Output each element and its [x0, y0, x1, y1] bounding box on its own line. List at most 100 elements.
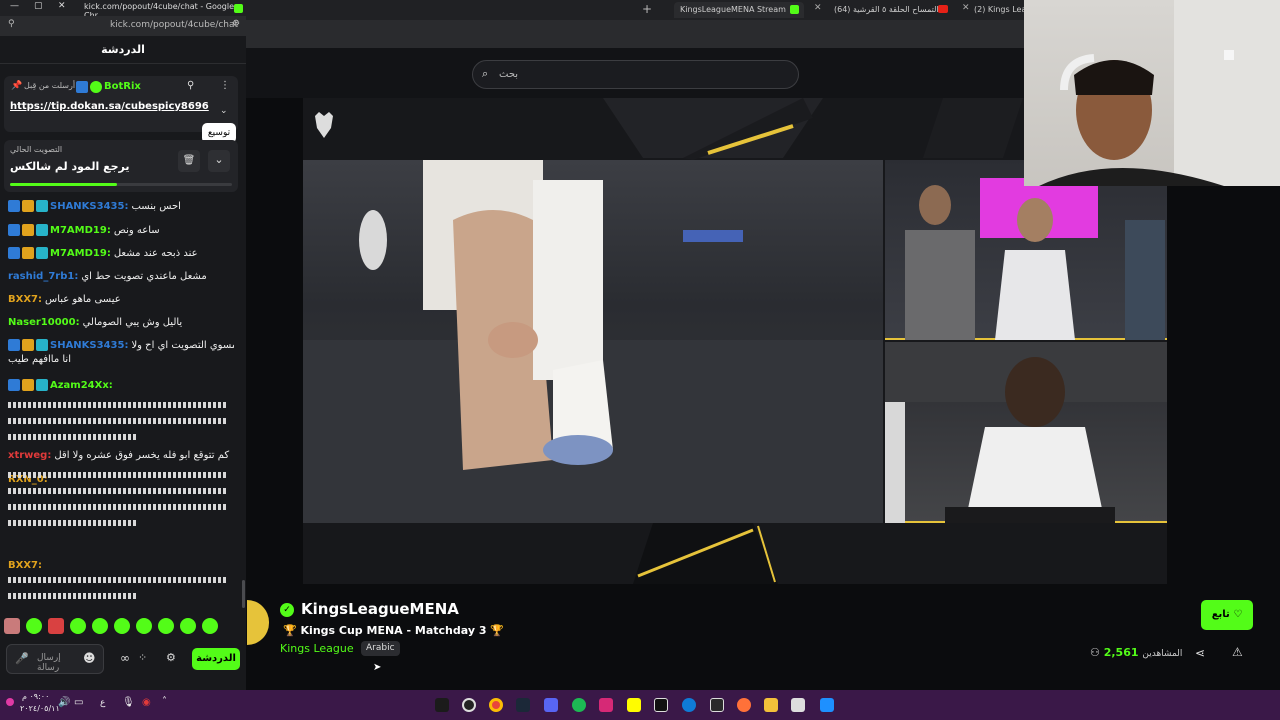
founder-badge-icon[interactable] — [22, 224, 34, 236]
chat-url-bar[interactable]: ⚲ kick.com/popout/4cube/chat ⚙ — [0, 16, 246, 36]
settings-gear-icon[interactable]: ⚙ — [166, 651, 176, 664]
emote-icon[interactable] — [202, 618, 218, 634]
extensions-icon[interactable]: ⁘ — [138, 651, 147, 664]
tab-kings-league[interactable]: (2) Kings League — [968, 2, 1024, 18]
emote-icon[interactable] — [158, 618, 174, 634]
obs-app-icon[interactable] — [462, 698, 476, 712]
spotify-app-icon[interactable] — [572, 698, 586, 712]
mic-tray-icon[interactable]: 🎙 — [122, 697, 135, 708]
close-window-icon[interactable]: ✕ — [58, 1, 66, 11]
volume-icon[interactable]: 🔊 — [58, 697, 70, 708]
snapchat-app-icon[interactable] — [627, 698, 641, 712]
emoji-icon[interactable]: ☻ — [83, 651, 96, 665]
moderator-badge-icon[interactable] — [8, 339, 20, 351]
send-chat-button[interactable]: الدردشة — [192, 648, 240, 670]
chat-username[interactable]: BXX7: — [8, 560, 42, 571]
chat-username[interactable]: xtrweg: — [8, 450, 51, 461]
chrome-app-icon[interactable] — [489, 698, 503, 712]
instagram-app-icon[interactable] — [599, 698, 613, 712]
minimize-icon[interactable]: — — [10, 1, 19, 11]
chat-text: عند ذبحه عند مشعل — [113, 248, 198, 259]
kings-league-logo — [315, 112, 333, 138]
emote-icon[interactable] — [180, 618, 196, 634]
task-view-app-icon[interactable] — [791, 698, 805, 712]
more-options-icon[interactable]: ⋮ — [220, 80, 230, 91]
tooltip-text: توسيع — [207, 128, 231, 138]
stream-category[interactable]: Kings League — [280, 642, 354, 655]
subscriber-badge-icon[interactable] — [36, 379, 48, 391]
capcut-app-icon[interactable] — [654, 698, 668, 712]
share-icon[interactable]: ⋖ — [1195, 646, 1205, 660]
close-tab-icon[interactable]: ✕ — [814, 3, 822, 13]
moderator-badge-icon[interactable] — [8, 200, 20, 212]
infinity-icon[interactable]: ∞ — [120, 651, 130, 665]
chat-username[interactable]: BXX7: — [8, 294, 42, 305]
chevron-down-icon[interactable]: ⌄ — [220, 106, 228, 116]
maximize-icon[interactable]: ▢ — [34, 1, 43, 11]
notification-icon[interactable] — [6, 698, 14, 706]
chat-scrollbar[interactable] — [242, 580, 245, 608]
chat-username[interactable]: SHANKS3435: — [50, 340, 128, 351]
tray-app-icon[interactable]: ◉ — [142, 697, 151, 708]
subscriber-badge-icon[interactable] — [36, 339, 48, 351]
microphone-icon[interactable]: 🎤 — [15, 652, 29, 665]
chat-username[interactable]: Azam24Xx: — [50, 380, 113, 391]
poll-question: يرجع المود لم شالكس — [10, 160, 130, 173]
chat-message: M7AMD19: ساعه ونص — [8, 224, 234, 238]
language-tag[interactable]: Arabic — [361, 641, 400, 656]
emote-icon[interactable] — [48, 618, 64, 634]
terminal-app-icon[interactable] — [435, 698, 449, 712]
new-tab-icon[interactable]: + — [642, 2, 652, 16]
chat-input-placeholder: إرسال رسالة — [37, 653, 61, 673]
steam-app-icon[interactable] — [516, 698, 530, 712]
tune-icon[interactable]: ⚙ — [232, 19, 240, 29]
discord-app-icon[interactable] — [544, 698, 558, 712]
video-editor-app-icon[interactable] — [710, 698, 724, 712]
emote-icon[interactable] — [92, 618, 108, 634]
search-input[interactable]: ⌕ بحث — [472, 60, 799, 89]
emote-icon[interactable] — [26, 618, 42, 634]
tab-youtube-episode[interactable]: (64) التمساح الحلقة ٥ القرشية — [828, 2, 948, 18]
emote-icon[interactable] — [114, 618, 130, 634]
chat-username[interactable]: M7AMD19: — [50, 225, 111, 236]
pin-toggle-icon[interactable]: ⚲ — [187, 80, 194, 91]
pin-icon: 📌 — [11, 81, 23, 91]
subscriber-badge-icon[interactable] — [36, 247, 48, 259]
tab-kingsleague-stream[interactable]: KingsLeagueMENA Stream — [674, 2, 804, 18]
start-button-icon[interactable] — [820, 698, 834, 712]
file-explorer-app-icon[interactable] — [764, 698, 778, 712]
founder-badge-icon[interactable] — [22, 379, 34, 391]
subscriber-badge-icon[interactable] — [36, 224, 48, 236]
founder-badge-icon[interactable] — [22, 247, 34, 259]
chat-message-input[interactable]: 🎤 إرسال رسالة ☻ — [6, 644, 104, 674]
subscriber-badge-icon[interactable] — [36, 200, 48, 212]
edge-app-icon[interactable] — [682, 698, 696, 712]
pinned-user[interactable]: BotRix — [104, 81, 141, 92]
chat-username[interactable]: SHANKS3435: — [50, 201, 128, 212]
founder-badge-icon[interactable] — [22, 339, 34, 351]
moderator-badge-icon[interactable] — [8, 224, 20, 236]
chat-username[interactable]: M7AMD19: — [50, 248, 111, 259]
channel-name[interactable]: KingsLeagueMENA — [301, 600, 459, 618]
follow-button[interactable]: تابع ♡ — [1201, 600, 1253, 630]
verified-icon: ✓ — [280, 603, 294, 617]
chat-text: ياليل وش يبي الصومالي — [82, 317, 183, 328]
keyboard-language[interactable]: ع — [100, 698, 105, 708]
chat-username[interactable]: Naser10000: — [8, 317, 80, 328]
emote-icon[interactable] — [70, 618, 86, 634]
firefox-app-icon[interactable] — [737, 698, 751, 712]
chevron-up-icon[interactable]: ˄ — [162, 696, 167, 707]
chevron-down-icon[interactable]: ⌄ — [208, 150, 230, 172]
delete-icon[interactable]: 🗑 — [178, 150, 200, 172]
emote-icon[interactable] — [136, 618, 152, 634]
moderator-badge-icon[interactable] — [8, 247, 20, 259]
spam-message-line — [8, 593, 138, 599]
chat-username[interactable]: rashid_7rb1: — [8, 271, 78, 282]
pinned-link[interactable]: https://tip.dokan.sa/cubespicy8696 — [10, 101, 209, 112]
founder-badge-icon[interactable] — [22, 200, 34, 212]
chat-message: BXX7: — [8, 559, 234, 573]
moderator-badge-icon[interactable] — [8, 379, 20, 391]
report-icon[interactable]: ⚠ — [1232, 645, 1243, 659]
emote-icon[interactable] — [4, 618, 20, 634]
network-icon[interactable]: ▭ — [74, 697, 83, 708]
